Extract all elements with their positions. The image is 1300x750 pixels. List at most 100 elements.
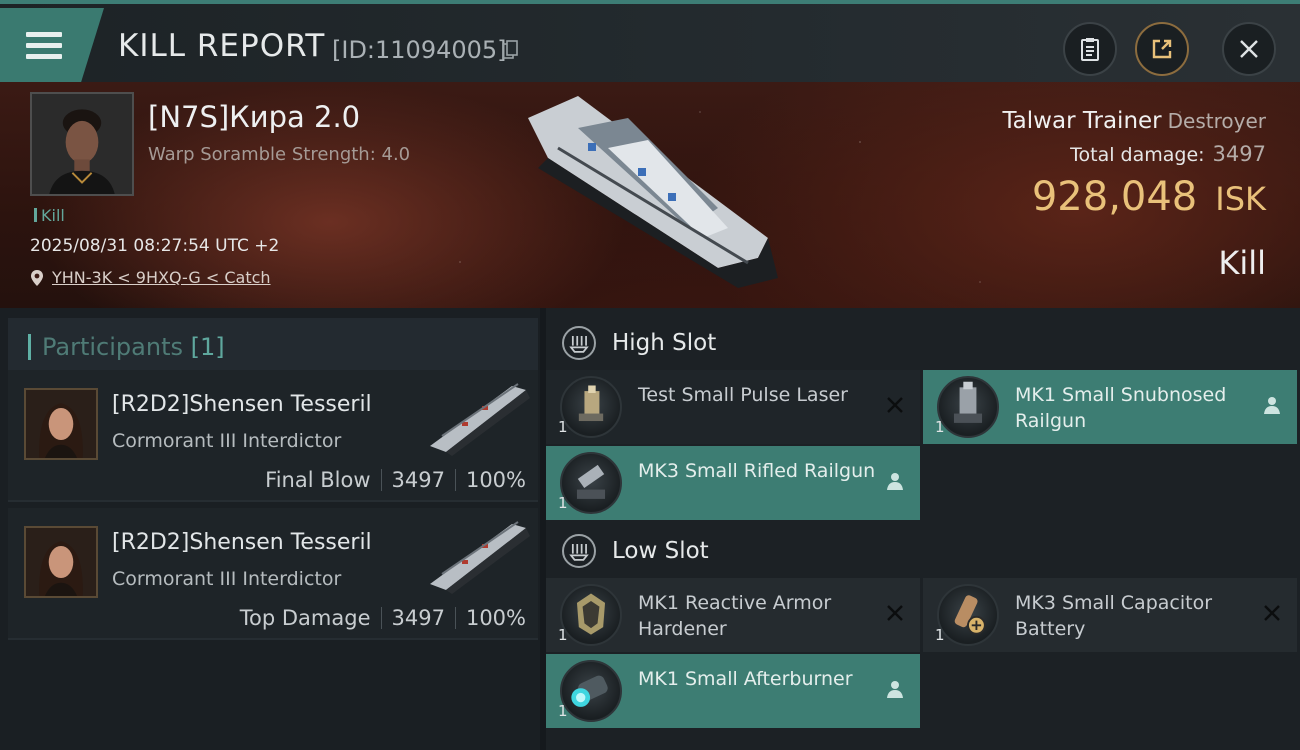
module-item[interactable]: 1 Test Small Pulse Laser bbox=[546, 370, 920, 444]
participant-avatar[interactable] bbox=[24, 388, 98, 460]
module-item[interactable]: 1 MK1 Small Snubnosed Railgun bbox=[923, 370, 1297, 444]
kill-type-tag: Kill bbox=[34, 206, 65, 225]
scroll-edge bbox=[546, 738, 1300, 750]
isk-value: 928,048 ISK bbox=[1032, 174, 1266, 220]
menu-button[interactable] bbox=[0, 8, 104, 82]
pilot-portrait-icon bbox=[26, 390, 96, 458]
module-quantity: 1 bbox=[558, 626, 568, 644]
pilot-portrait-icon bbox=[32, 94, 132, 194]
kill-summary-banner: [N7S]Кира 2.0 Warp Soramble Strength: 4.… bbox=[0, 82, 1300, 308]
destroyed-icon bbox=[887, 605, 903, 621]
participants-title: Participants [1] bbox=[42, 333, 225, 361]
ship-class: Destroyer bbox=[1167, 109, 1266, 133]
module-quantity: 1 bbox=[935, 626, 945, 644]
share-icon bbox=[1152, 39, 1172, 59]
isk-unit: ISK bbox=[1215, 180, 1266, 218]
module-name: MK3 Small Rifled Railgun bbox=[638, 460, 876, 482]
divider bbox=[454, 469, 456, 491]
participant-percent: 100% bbox=[465, 468, 526, 492]
header-accent-bar bbox=[28, 334, 31, 360]
armor-hardener-icon bbox=[560, 584, 622, 646]
module-item[interactable]: 1 MK3 Small Rifled Railgun bbox=[546, 446, 920, 520]
hamburger-icon bbox=[26, 32, 62, 65]
pilot-portrait-icon bbox=[26, 528, 96, 596]
victim-ship[interactable]: Talwar Trainer Destroyer bbox=[1002, 108, 1266, 134]
participant-role: Top Damage bbox=[239, 606, 371, 630]
high-slot-icon bbox=[562, 326, 596, 360]
dropped-pilot-icon bbox=[887, 681, 903, 698]
railgun-turret-icon bbox=[560, 452, 622, 514]
location-text: YHN-3K < 9HXQ-G < Catch bbox=[52, 268, 271, 287]
victim-name[interactable]: [N7S]Кира 2.0 bbox=[148, 100, 360, 134]
divider bbox=[380, 469, 382, 491]
destroyed-icon bbox=[887, 397, 903, 413]
railgun-turret-icon bbox=[937, 376, 999, 438]
low-slot-header: Low Slot bbox=[546, 520, 1300, 580]
module-name: MK3 Small Capacitor Battery bbox=[1015, 592, 1213, 640]
module-item[interactable]: 1 MK1 Small Afterburner bbox=[546, 654, 920, 728]
kill-timestamp: 2025/08/31 08:27:54 UTC +2 bbox=[30, 236, 280, 256]
module-name: MK1 Small Afterburner bbox=[638, 668, 853, 690]
destroyed-icon bbox=[1264, 605, 1280, 621]
report-id: [ID:11094005] bbox=[332, 36, 507, 64]
divider bbox=[454, 607, 456, 629]
close-button[interactable] bbox=[1222, 22, 1276, 76]
low-slot-icon bbox=[562, 534, 596, 568]
interdictor-ship-icon[interactable] bbox=[422, 514, 532, 594]
dropped-pilot-icon bbox=[1264, 397, 1280, 414]
participant-percent: 100% bbox=[465, 606, 526, 630]
afterburner-icon bbox=[560, 660, 622, 722]
participants-header: Participants [1] bbox=[8, 318, 538, 374]
high-slot-label: High Slot bbox=[612, 330, 717, 356]
total-damage-label: Total damage: bbox=[1070, 144, 1205, 166]
warp-scramble-strength: Warp Soramble Strength: 4.0 bbox=[148, 144, 411, 165]
clipboard-icon bbox=[1081, 38, 1099, 61]
isk-amount: 928,048 bbox=[1031, 174, 1198, 220]
participant-ship: Cormorant III Interdictor bbox=[112, 430, 342, 452]
participant-ship: Cormorant III Interdictor bbox=[112, 568, 342, 590]
module-quantity: 1 bbox=[558, 702, 568, 720]
participant-damage: 3497 bbox=[391, 606, 445, 630]
participant-name[interactable]: [R2D2]Shensen Tesseril bbox=[112, 530, 372, 555]
participant-row[interactable]: [R2D2]Shensen Tesseril Cormorant III Int… bbox=[8, 508, 538, 640]
participant-role: Final Blow bbox=[265, 468, 371, 492]
participant-row[interactable]: [R2D2]Shensen Tesseril Cormorant III Int… bbox=[8, 370, 538, 502]
capacitor-battery-icon bbox=[937, 584, 999, 646]
close-icon bbox=[1240, 40, 1258, 58]
module-name: MK1 Small Snubnosed Railgun bbox=[1015, 384, 1227, 432]
location-pin-icon bbox=[31, 269, 43, 286]
participants-count: [1] bbox=[190, 333, 225, 361]
module-item[interactable]: 1 MK3 Small Capacitor Battery bbox=[923, 578, 1297, 652]
victim-avatar[interactable] bbox=[30, 92, 134, 196]
title-bar: KILL REPORT [ID:11094005] bbox=[0, 0, 1300, 82]
participant-stats: Final Blow 3497 100% bbox=[265, 468, 526, 492]
kill-result: Kill bbox=[1218, 244, 1266, 282]
high-slot-header: High Slot bbox=[546, 312, 1300, 372]
module-quantity: 1 bbox=[558, 418, 568, 436]
participants-label: Participants bbox=[42, 333, 183, 361]
ship-name: Talwar Trainer bbox=[1002, 108, 1162, 134]
module-name: MK1 Reactive Armor Hardener bbox=[638, 592, 832, 640]
participant-damage: 3497 bbox=[391, 468, 445, 492]
fitting-panel: High Slot 1 Test Small Pulse Laser 1 MK1… bbox=[546, 308, 1300, 750]
laser-turret-icon bbox=[560, 376, 622, 438]
participant-name[interactable]: [R2D2]Shensen Tesseril bbox=[112, 392, 372, 417]
destroyer-ship-icon[interactable] bbox=[518, 88, 788, 288]
module-name: Test Small Pulse Laser bbox=[638, 384, 848, 406]
module-item[interactable]: 1 MK1 Reactive Armor Hardener bbox=[546, 578, 920, 652]
total-damage-value: 3497 bbox=[1212, 142, 1266, 166]
low-slot-label: Low Slot bbox=[612, 538, 709, 564]
dropped-pilot-icon bbox=[887, 473, 903, 490]
module-quantity: 1 bbox=[558, 494, 568, 512]
participant-stats: Top Damage 3497 100% bbox=[240, 606, 526, 630]
share-button[interactable] bbox=[1135, 22, 1189, 76]
divider bbox=[380, 607, 382, 629]
total-damage: Total damage: 3497 bbox=[1070, 142, 1266, 166]
copy-icon[interactable] bbox=[502, 40, 518, 60]
module-quantity: 1 bbox=[935, 418, 945, 436]
kill-location-link[interactable]: YHN-3K < 9HXQ-G < Catch bbox=[30, 268, 271, 287]
participants-panel: Participants [1] [R2D2]Shensen Tesseril … bbox=[0, 308, 540, 750]
participant-avatar[interactable] bbox=[24, 526, 98, 598]
interdictor-ship-icon[interactable] bbox=[422, 376, 532, 456]
clipboard-button[interactable] bbox=[1063, 22, 1117, 76]
